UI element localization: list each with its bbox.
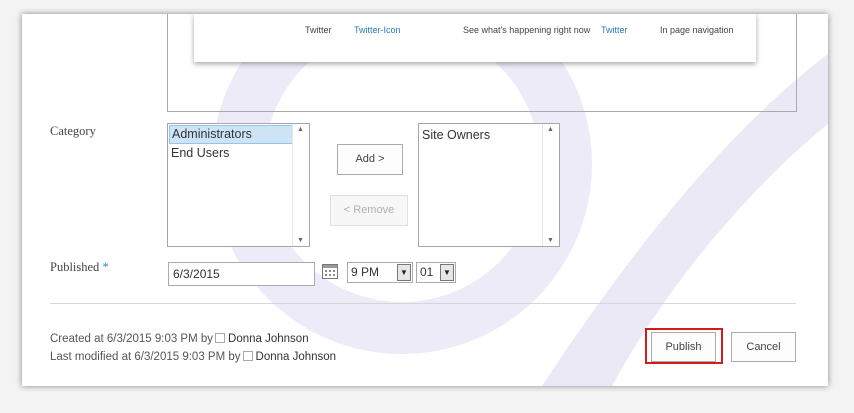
user-presence-icon	[242, 351, 253, 361]
preview-link[interactable]: Twitter	[601, 25, 628, 35]
scrollbar[interactable]: ▲ ▼	[542, 124, 559, 246]
created-by-link[interactable]: Donna Johnson	[228, 333, 309, 345]
modified-info: Last modified at 6/3/2015 9:03 PM by Donn…	[50, 351, 336, 363]
available-categories-list[interactable]: Administrators End Users ▲ ▼	[167, 123, 310, 247]
hour-select[interactable]: 9 PM ▼	[347, 262, 413, 283]
created-info: Created at 6/3/2015 9:03 PM by Donna John…	[50, 333, 309, 345]
chevron-down-icon[interactable]: ▼	[397, 264, 411, 281]
divider	[50, 303, 796, 304]
form-panel: Twitter Twitter-Icon See what's happenin…	[22, 14, 828, 386]
published-label-text: Published	[50, 260, 100, 274]
scroll-down-icon[interactable]: ▼	[547, 237, 554, 244]
created-text: Created at 6/3/2015 9:03 PM by	[50, 333, 214, 345]
minute-select[interactable]: 01 ▼	[416, 262, 456, 283]
preview-card: Twitter Twitter-Icon See what's happenin…	[194, 14, 756, 62]
modified-text: Last modified at 6/3/2015 9:03 PM by	[50, 351, 241, 363]
chosen-categories-list[interactable]: Site Owners ▲ ▼	[418, 123, 560, 247]
calendar-icon[interactable]	[322, 264, 338, 279]
preview-icon-link[interactable]: Twitter-Icon	[354, 25, 401, 35]
publish-button[interactable]: Publish	[651, 332, 716, 362]
list-item[interactable]: End Users	[168, 144, 309, 163]
add-button[interactable]: Add >	[337, 144, 403, 175]
list-item[interactable]: Site Owners	[419, 124, 559, 145]
preview-navigation: In page navigation	[660, 25, 734, 35]
remove-button[interactable]: < Remove	[330, 195, 408, 226]
required-indicator: *	[102, 260, 109, 274]
user-presence-icon	[215, 333, 226, 343]
chevron-down-icon[interactable]: ▼	[440, 264, 454, 281]
preview-description: See what's happening right now	[463, 25, 591, 35]
scrollbar[interactable]: ▲ ▼	[292, 124, 309, 246]
scroll-down-icon[interactable]: ▼	[297, 237, 304, 244]
published-date-input[interactable]: 6/3/2015	[168, 262, 315, 286]
scroll-up-icon[interactable]: ▲	[547, 126, 554, 133]
category-label: Category	[50, 124, 96, 138]
modified-by-link[interactable]: Donna Johnson	[256, 351, 337, 363]
published-label: Published *	[50, 260, 109, 275]
cancel-button[interactable]: Cancel	[731, 332, 796, 362]
scroll-up-icon[interactable]: ▲	[297, 126, 304, 133]
preview-title: Twitter	[305, 25, 332, 35]
minute-select-value: 01	[420, 265, 434, 279]
list-item[interactable]: Administrators	[169, 125, 308, 144]
hour-select-value: 9 PM	[351, 265, 380, 279]
